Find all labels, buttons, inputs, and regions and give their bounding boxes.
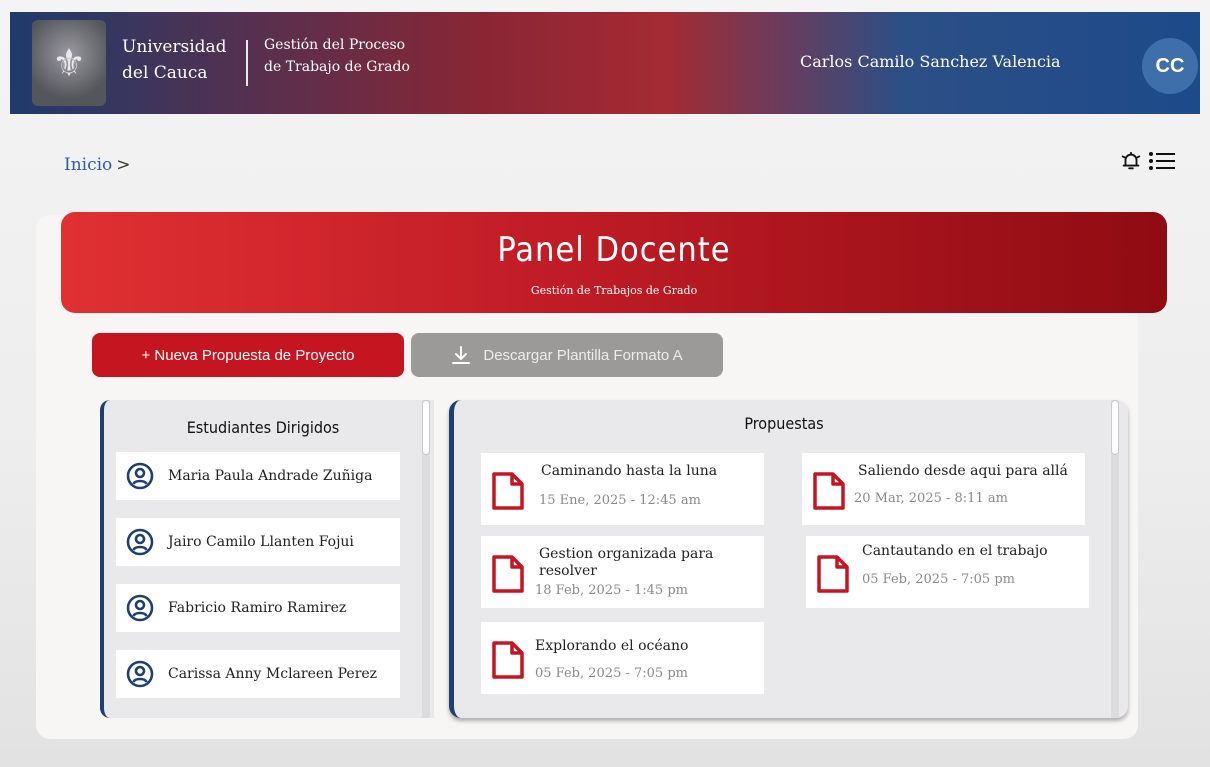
breadcrumb-separator: > bbox=[116, 155, 131, 175]
proposals-scrollbar[interactable] bbox=[1111, 400, 1119, 718]
proposals-panel-title: Propuestas bbox=[744, 414, 824, 433]
proposal-card[interactable]: Caminando hasta la luna 15 Ene, 2025 - 1… bbox=[481, 453, 764, 525]
students-scrollbar[interactable] bbox=[422, 400, 430, 718]
list-menu-icon[interactable] bbox=[1148, 150, 1176, 172]
student-item[interactable]: Maria Paula Andrade Zuñiga bbox=[116, 452, 400, 500]
proposal-title: Gestion organizada para resolver bbox=[539, 546, 714, 579]
proposal-card[interactable]: Cantautando en el trabajo 05 Feb, 2025 -… bbox=[806, 536, 1089, 608]
download-template-label: Descargar Plantilla Formato A bbox=[483, 346, 683, 364]
user-circle-icon bbox=[126, 594, 154, 622]
document-icon bbox=[491, 471, 525, 515]
proposal-date: 15 Ene, 2025 - 12:45 am bbox=[539, 493, 701, 508]
proposal-date: 05 Feb, 2025 - 7:05 pm bbox=[535, 666, 688, 681]
students-panel-title: Estudiantes Dirigidos bbox=[186, 418, 340, 437]
user-name[interactable]: Carlos Camilo Sanchez Valencia bbox=[800, 52, 1061, 71]
proposal-title: Cantautando en el trabajo bbox=[862, 543, 1048, 559]
user-circle-icon bbox=[126, 660, 154, 688]
breadcrumb: Inicio > bbox=[64, 155, 131, 175]
proposal-title: Explorando el océano bbox=[535, 638, 689, 654]
student-name: Fabricio Ramiro Ramirez bbox=[168, 600, 347, 616]
university-name: Universidad del Cauca bbox=[122, 37, 227, 83]
panel-banner: Panel Docente Gestión de Trabajos de Gra… bbox=[61, 212, 1167, 313]
student-item[interactable]: Carissa Anny Mclareen Perez bbox=[116, 650, 400, 698]
panel-subtitle: Gestión de Trabajos de Grado bbox=[530, 284, 698, 297]
document-icon bbox=[812, 471, 846, 515]
proposal-date: 05 Feb, 2025 - 7:05 pm bbox=[862, 572, 1015, 587]
student-name: Carissa Anny Mclareen Perez bbox=[168, 666, 378, 682]
top-right-icons bbox=[1120, 150, 1176, 172]
download-icon bbox=[451, 345, 477, 365]
student-name: Jairo Camilo Llanten Fojui bbox=[168, 534, 354, 550]
proposals-scroll-thumb[interactable] bbox=[1111, 400, 1119, 455]
student-name: Maria Paula Andrade Zuñiga bbox=[168, 468, 373, 484]
panel-title: Panel Docente bbox=[497, 230, 731, 270]
user-circle-icon bbox=[126, 528, 154, 556]
app-header: ⚜ Universidad del Cauca Gestión del Proc… bbox=[10, 12, 1200, 114]
proposal-title: Caminando hasta la luna bbox=[541, 463, 718, 479]
new-proposal-button[interactable]: + Nueva Propuesta de Proyecto bbox=[92, 333, 404, 377]
document-icon bbox=[491, 554, 525, 598]
student-item[interactable]: Jairo Camilo Llanten Fojui bbox=[116, 518, 400, 566]
document-icon bbox=[816, 554, 850, 598]
document-icon bbox=[491, 640, 525, 684]
bell-icon[interactable] bbox=[1120, 150, 1142, 172]
proposal-card[interactable]: Saliendo desde aqui para allá 20 Mar, 20… bbox=[802, 453, 1085, 525]
download-template-button[interactable]: Descargar Plantilla Formato A bbox=[411, 333, 723, 377]
proposal-date: 18 Feb, 2025 - 1:45 pm bbox=[535, 583, 688, 598]
user-circle-icon bbox=[126, 462, 154, 490]
user-avatar[interactable]: CC bbox=[1142, 38, 1198, 94]
proposal-title: Saliendo desde aqui para allá bbox=[858, 463, 1068, 479]
student-item[interactable]: Fabricio Ramiro Ramirez bbox=[116, 584, 400, 632]
university-logo: ⚜ bbox=[32, 20, 106, 106]
students-panel: Estudiantes Dirigidos Maria Paula Andrad… bbox=[100, 400, 434, 718]
proposal-card[interactable]: Explorando el océano 05 Feb, 2025 - 7:05… bbox=[481, 622, 764, 694]
header-divider bbox=[246, 40, 248, 86]
proposals-panel: Propuestas Caminando hasta la luna 15 En… bbox=[449, 400, 1128, 718]
proposal-card[interactable]: Gestion organizada para resolver 18 Feb,… bbox=[481, 536, 764, 608]
breadcrumb-home-link[interactable]: Inicio bbox=[64, 155, 112, 175]
students-scroll-thumb[interactable] bbox=[422, 400, 430, 455]
app-title: Gestión del Proceso de Trabajo de Grado bbox=[264, 37, 410, 75]
proposal-date: 20 Mar, 2025 - 8:11 am bbox=[854, 491, 1008, 506]
